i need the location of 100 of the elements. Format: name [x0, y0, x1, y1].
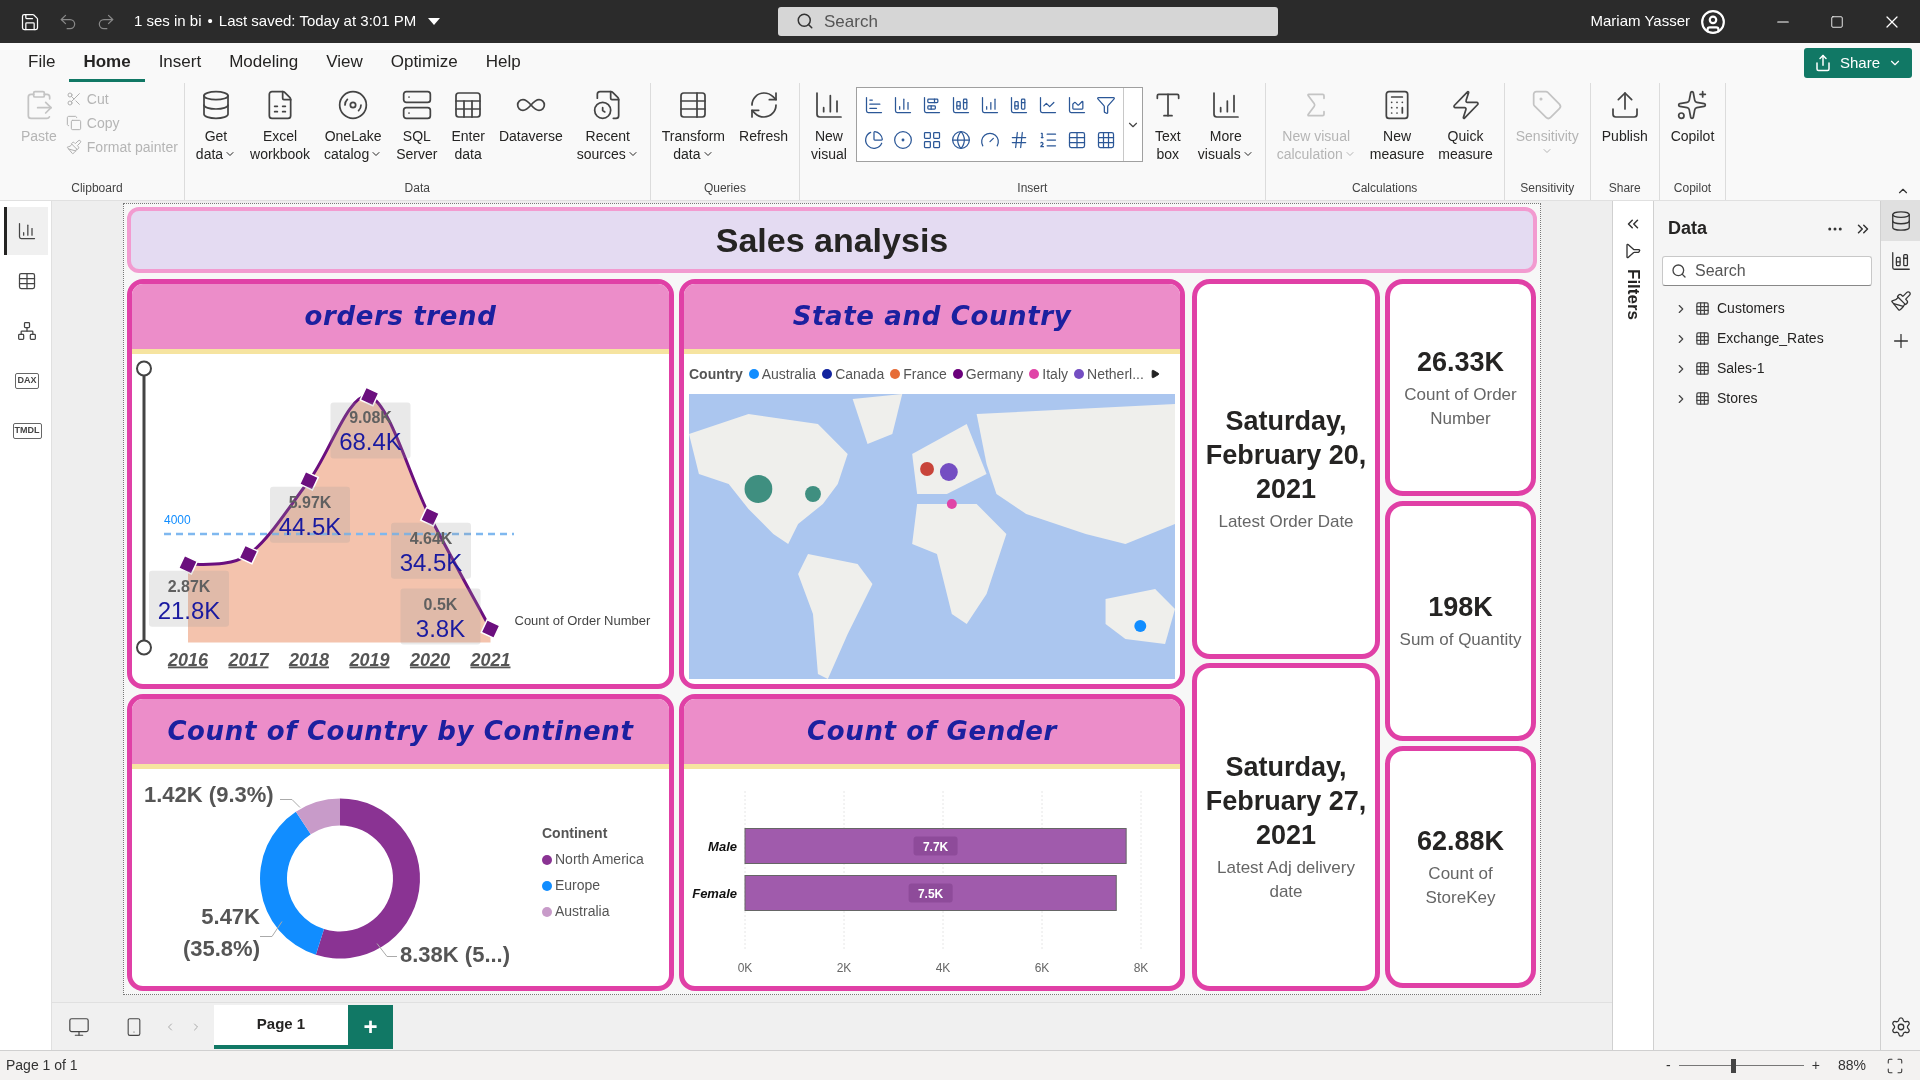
stat-value: Saturday, February 27, 2021	[1204, 751, 1368, 852]
desktop-icon[interactable]	[68, 1015, 90, 1038]
ribbon-button[interactable]: SQL Server	[391, 83, 443, 179]
axis-label: 8K	[1133, 960, 1149, 975]
save-icon[interactable]	[20, 11, 40, 32]
fit-page-icon[interactable]	[1886, 1056, 1904, 1075]
menu-tab[interactable]: View	[312, 44, 377, 82]
donut-chart-icon[interactable]	[892, 129, 913, 150]
ribbon-button[interactable]: New measure	[1364, 83, 1430, 179]
report-view-icon	[17, 221, 37, 241]
tree-item[interactable]: Sales-1	[1674, 358, 1872, 379]
legend-label: Australia	[761, 364, 817, 384]
scissors-icon	[65, 91, 82, 107]
stat-value: Saturday, February 20, 2021	[1204, 405, 1368, 506]
table-name: Stores	[1717, 389, 1758, 408]
matrix-icon[interactable]	[1095, 129, 1116, 150]
maximize-icon[interactable]	[1830, 14, 1844, 29]
ribbon-button[interactable]: Refresh	[734, 83, 794, 179]
stacked-bar-icon[interactable]	[921, 95, 942, 115]
stat-value: 62.88K	[1416, 825, 1505, 858]
ribbon-button[interactable]: Enter data	[446, 83, 490, 179]
ribbon-button[interactable]: Dataverse	[493, 83, 568, 179]
stacked-column-icon[interactable]	[1008, 95, 1029, 115]
cylinder-icon	[1889, 210, 1912, 232]
data-label: 7.5K	[917, 886, 944, 901]
avatar-icon[interactable]	[1700, 8, 1726, 35]
area-chart-icon[interactable]	[1066, 95, 1087, 115]
zoom-slider[interactable]	[1678, 1058, 1804, 1073]
search-field[interactable]: Search	[778, 7, 1278, 36]
slider-thumb[interactable]	[1730, 1058, 1736, 1073]
tag-icon	[1531, 89, 1564, 121]
cylinder-button[interactable]	[1880, 201, 1920, 241]
group-label: Copilot	[1672, 180, 1713, 197]
report-title: Sales analysis	[715, 219, 949, 261]
view-label: DAX	[15, 373, 39, 389]
zoom-in-button[interactable]: +	[1807, 1055, 1824, 1076]
menu-tab[interactable]: File	[14, 44, 70, 82]
ribbon-button[interactable]: Text box	[1146, 83, 1189, 179]
card-title: Count of Country by Continent	[167, 715, 634, 748]
stacked-column-icon[interactable]	[950, 95, 971, 115]
menu-tab[interactable]: Help	[471, 44, 535, 82]
table-name: Sales-1	[1717, 359, 1765, 378]
ribbon-button[interactable]: Excel workbook	[245, 83, 316, 179]
line-chart-icon[interactable]	[1037, 95, 1058, 115]
view-button[interactable]: TMDL	[3, 407, 48, 455]
group-label: Clipboard	[70, 180, 124, 197]
ribbon-button[interactable]: Publish	[1596, 83, 1653, 179]
column-chart-icon[interactable]	[892, 95, 913, 115]
column-chart-icon[interactable]	[979, 95, 1000, 115]
legend-label: Netherl...	[1087, 364, 1144, 384]
settings-icon[interactable]	[1889, 1016, 1912, 1038]
funnel-icon[interactable]	[1095, 95, 1116, 115]
menu-tab[interactable]: Insert	[144, 44, 216, 82]
leader-line	[376, 943, 398, 957]
data-label: 3.8K	[415, 614, 466, 642]
filters-label: Filters	[1622, 269, 1644, 321]
tree-item[interactable]: Customers	[1674, 298, 1872, 319]
legend-label: Italy	[1042, 364, 1069, 384]
table-view-icon	[17, 271, 37, 291]
view-button[interactable]	[3, 207, 48, 255]
sparkles-icon	[1676, 89, 1709, 121]
ribbon-button[interactable]: Copilot	[1665, 83, 1720, 179]
table-icon	[1695, 331, 1710, 346]
legend-label: France	[903, 364, 947, 384]
ribbon-button[interactable]: New visual	[806, 83, 852, 179]
zoom-slider[interactable]	[136, 360, 152, 656]
ribbon-button[interactable]: More visuals	[1192, 83, 1259, 179]
card-title: orders trend	[304, 300, 497, 333]
scroll-right-icon[interactable]	[1149, 369, 1160, 379]
separator-dot: •	[207, 11, 213, 32]
treemap-icon[interactable]	[921, 129, 942, 150]
ribbon-button[interactable]: Recent sources	[571, 83, 644, 179]
tree-item[interactable]: Stores	[1674, 388, 1872, 409]
axis-label: 2019	[349, 649, 390, 670]
share-button[interactable]: Share	[1803, 48, 1912, 78]
ribbon-button[interactable]: OneLake catalog	[319, 83, 388, 179]
table-icon[interactable]	[1066, 129, 1087, 150]
view-button[interactable]: DAX	[3, 357, 48, 405]
add-page-button[interactable]: +	[348, 1004, 393, 1049]
bar-chart-icon[interactable]	[863, 95, 884, 115]
caret-icon[interactable]	[428, 17, 441, 26]
ribbon-button[interactable]: Quick measure	[1433, 83, 1498, 179]
group-label: Insert	[1016, 180, 1049, 197]
ribbon-button[interactable]: Get data	[190, 83, 242, 179]
legend-label: North America	[555, 850, 644, 869]
search-icon	[796, 12, 814, 30]
page-tab[interactable]: Page 1	[214, 1004, 348, 1049]
globe-icon[interactable]	[950, 129, 971, 150]
filters-pane[interactable]: Filters	[1612, 201, 1653, 1050]
axis-label: 2020	[410, 649, 450, 670]
zoom-out-button[interactable]: -	[1662, 1055, 1675, 1076]
tree-item[interactable]: Exchange_Rates	[1674, 328, 1872, 349]
menu-tab[interactable]: Optimize	[376, 44, 472, 82]
menu-tab[interactable]: Modeling	[215, 44, 313, 82]
ribbon-button[interactable]: Transform data	[656, 83, 730, 179]
stat-label: Count of Order Number	[1403, 383, 1518, 430]
series-label: Count of Order Number	[514, 612, 651, 628]
table-icon	[1695, 391, 1710, 406]
pie-chart-icon[interactable]	[863, 129, 884, 150]
search-field[interactable]: Search	[1662, 256, 1872, 286]
